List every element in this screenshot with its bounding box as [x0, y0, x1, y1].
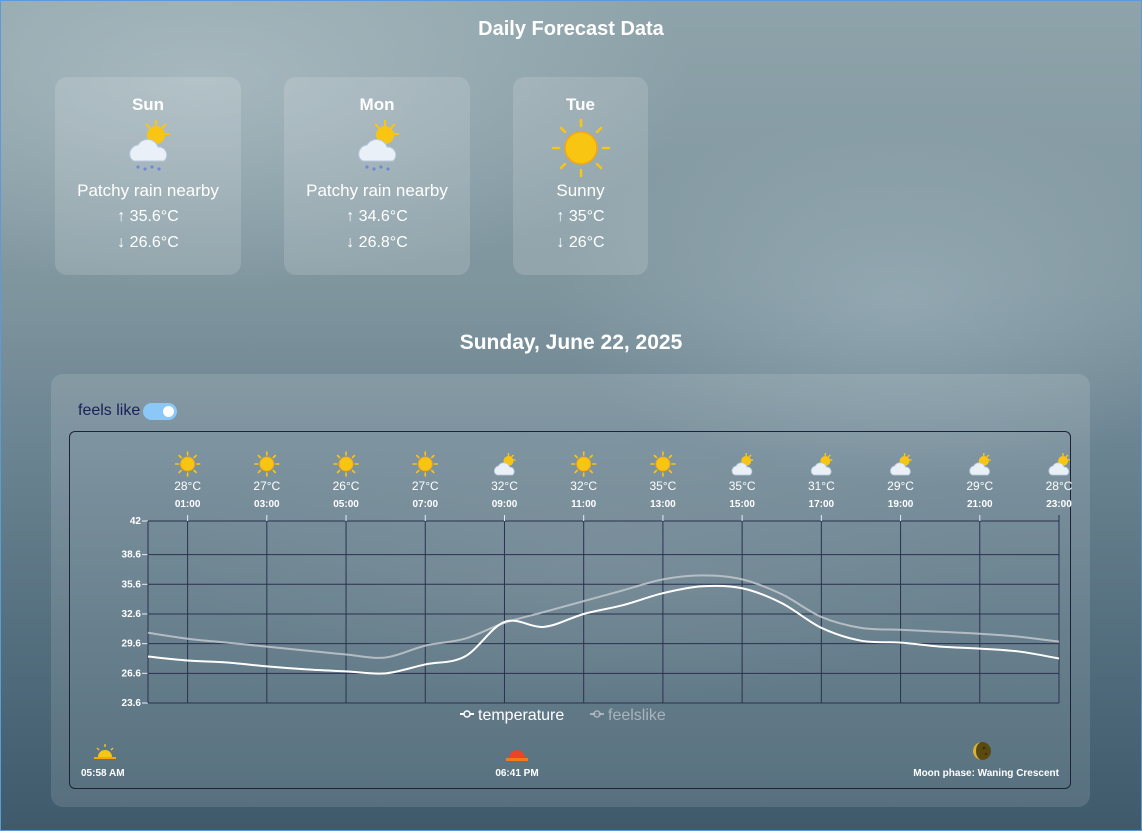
y-tick-label: 35.6 — [122, 579, 142, 590]
sun-icon — [412, 451, 439, 477]
hourly-time-label: 19:00 — [888, 499, 914, 510]
hourly-time-label: 13:00 — [650, 499, 676, 510]
sunrise-icon — [94, 744, 116, 759]
hourly-time-label: 21:00 — [967, 499, 993, 510]
hourly-time-label: 01:00 — [175, 499, 201, 510]
hourly-temp-label: 32°C — [491, 479, 518, 493]
hourly-temp-label: 26°C — [333, 479, 360, 493]
hourly-temp-label: 35°C — [650, 479, 677, 493]
sun-icon — [254, 451, 280, 477]
hourly-time-label: 11:00 — [571, 499, 596, 510]
y-tick-label: 23.6 — [122, 698, 142, 709]
legend-label-temperature[interactable]: temperature — [478, 707, 564, 724]
partly-cloudy-icon — [969, 453, 991, 476]
hourly-temp-label: 31°C — [808, 479, 835, 493]
hourly-time-label: 07:00 — [412, 499, 438, 510]
y-tick-label: 29.6 — [122, 639, 142, 650]
moon-phase-label: Moon phase: Waning Crescent — [913, 768, 1059, 779]
hourly-time-label: 15:00 — [729, 499, 755, 510]
partly-cloudy-icon — [493, 453, 516, 476]
legend-marker-temperature — [463, 710, 471, 718]
hourly-time-label: 09:00 — [492, 499, 518, 510]
hourly-time-label: 23:00 — [1046, 499, 1072, 510]
legend-label-feelslike[interactable]: feelslike — [608, 707, 666, 724]
sun-icon — [570, 451, 597, 477]
hourly-temp-label: 29°C — [966, 479, 993, 493]
legend-marker-feelslike — [593, 710, 601, 718]
hourly-time-label: 05:00 — [333, 499, 359, 510]
hourly-temp-label: 32°C — [570, 479, 597, 493]
y-tick-label: 32.6 — [122, 609, 142, 620]
y-tick-label: 38.6 — [122, 550, 142, 561]
sun-icon — [174, 451, 201, 477]
sunset-icon — [506, 750, 528, 761]
partly-cloudy-icon — [810, 453, 833, 476]
partly-cloudy-icon — [890, 453, 912, 476]
hourly-temp-label: 28°C — [1046, 479, 1073, 493]
y-tick-label: 42 — [130, 516, 142, 527]
partly-cloudy-icon — [731, 453, 754, 476]
hourly-time-label: 17:00 — [809, 499, 835, 510]
hourly-temp-label: 27°C — [253, 479, 280, 493]
hourly-temp-label: 27°C — [412, 479, 439, 493]
hourly-time-label: 03:00 — [254, 499, 280, 510]
moon-phase-icon — [973, 742, 991, 760]
y-tick-label: 26.6 — [122, 668, 142, 679]
hourly-temp-label: 28°C — [174, 479, 201, 493]
hourly-temp-label: 29°C — [887, 479, 914, 493]
series-line-temperature — [147, 584, 1060, 675]
sun-icon — [650, 451, 676, 477]
hourly-temp-label: 35°C — [729, 479, 756, 493]
partly-cloudy-icon — [1048, 453, 1070, 476]
sunset-time: 06:41 PM — [495, 768, 538, 779]
sun-icon — [333, 451, 359, 477]
hourly-temperature-chart: 42 38.6 35.6 32.6 29.6 26.6 23.6 28°C 01:00 27°C 0… — [81, 451, 1073, 779]
sunrise-time: 05:58 AM — [81, 768, 125, 779]
